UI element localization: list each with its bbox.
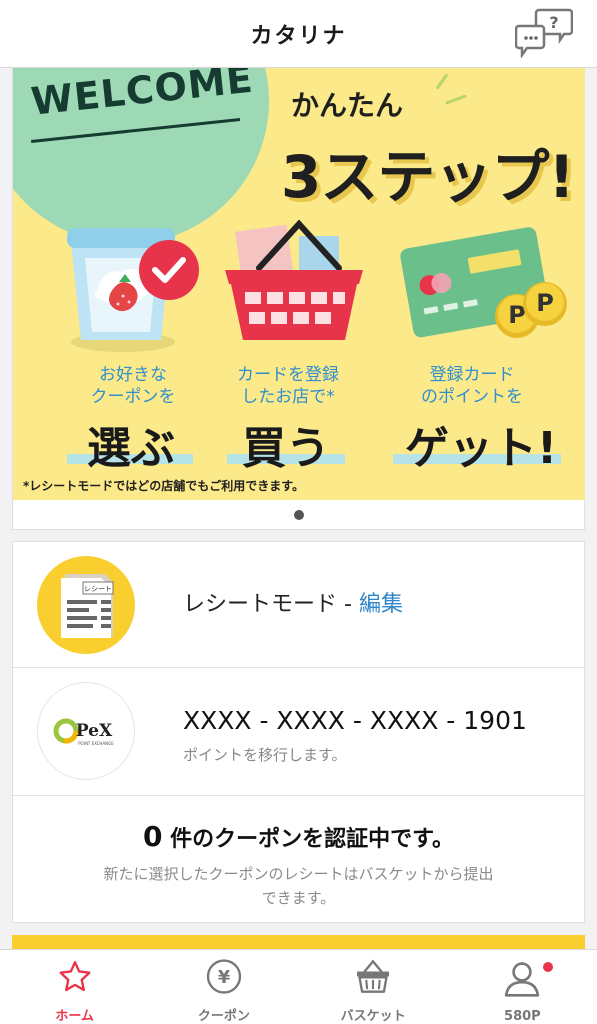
kantan-text: かんたん xyxy=(291,89,404,122)
svg-text:?: ? xyxy=(549,13,558,32)
bottom-tab-bar: ホーム ¥ クーポン バスケット 580P xyxy=(0,949,597,1024)
tab-label: バスケット xyxy=(340,1009,406,1024)
page-title: カタリナ xyxy=(250,23,347,49)
coupon-status-description: 新たに選択したクーポンのレシートはバスケットから提出できます。 xyxy=(103,865,494,907)
pex-logo-text: PeX xyxy=(76,721,113,741)
user-icon xyxy=(505,962,540,997)
step-1-caption: お好きな クーポンを xyxy=(58,364,208,408)
step-3-caption-line: 登録カード xyxy=(429,365,515,385)
banner-note: *レシートモードではどの店舗でもご利用できます。 xyxy=(23,479,305,493)
yen-coin-icon: ¥ xyxy=(206,959,242,994)
welcome-banner[interactable]: WELCOME かんたん 3ステップ! P P お好きな クーポンを カードを登… xyxy=(13,68,585,500)
pex-logo-sub: POINT EXCHANGE xyxy=(78,741,114,746)
points-label: 580P xyxy=(504,1009,541,1024)
welcome-banner-card[interactable]: WELCOME かんたん 3ステップ! P P お好きな クーポンを カードを登… xyxy=(12,68,585,530)
tab-label: クーポン xyxy=(197,1009,250,1024)
spark-decoration xyxy=(435,73,449,90)
receipt-mode-label: レシートモード - 編集 xyxy=(183,586,403,618)
step-3-action: ゲット! xyxy=(404,423,558,474)
tab-account[interactable]: 580P xyxy=(448,950,597,1024)
step-3-caption: 登録カード のポイントを xyxy=(397,364,547,408)
tab-basket[interactable]: バスケット xyxy=(299,950,448,1024)
card-points-icon: P P xyxy=(395,218,575,348)
coupon-count: 0 xyxy=(143,820,163,853)
receipt-mini-label: レシート xyxy=(84,585,112,593)
pex-logo: PeX POINT EXCHANGE xyxy=(37,682,135,780)
step-2-caption: カードを登録 したお店で* xyxy=(213,364,363,408)
receipt-mode-row[interactable]: レシート レシートモード - 編集 xyxy=(13,542,584,668)
coupon-status-title: 0 件のクーポンを認証中です。 xyxy=(13,820,584,853)
receipt-icon: レシート xyxy=(37,556,135,654)
step-2-caption-line: したお店で* xyxy=(241,387,335,407)
card-number: XXXX - XXXX - XXXX - 1901 xyxy=(183,706,527,735)
carousel-page-indicator[interactable] xyxy=(294,510,304,520)
basket-icon xyxy=(219,218,369,348)
coupon-cup-icon xyxy=(63,218,203,358)
step-2-action: 買う xyxy=(242,423,330,474)
step-1-action: 選ぶ xyxy=(87,423,175,474)
spark-decoration xyxy=(445,94,467,105)
receipt-mode-text: レシートモード - xyxy=(183,592,359,617)
edit-link[interactable]: 編集 xyxy=(359,592,403,617)
tab-label: ホーム xyxy=(55,1009,94,1024)
step-1-caption-line: クーポンを xyxy=(90,387,176,407)
step-2-caption-line: カードを登録 xyxy=(237,365,339,385)
svg-text:P: P xyxy=(536,289,554,317)
card-description: ポイントを移行します。 xyxy=(183,746,347,764)
svg-text:¥: ¥ xyxy=(218,968,231,988)
step-3-caption-line: のポイントを xyxy=(421,387,523,407)
coupon-status-row: 0 件のクーポンを認証中です。 新たに選択したクーポンのレシートはバスケットから… xyxy=(13,796,584,924)
next-card-peek[interactable] xyxy=(12,935,585,949)
account-list: レシート レシートモード - 編集 PeX POINT EXCHANGE XXX… xyxy=(12,541,585,923)
step-1-caption-line: お好きな xyxy=(99,365,167,385)
tab-home[interactable]: ホーム xyxy=(0,950,149,1024)
notification-dot xyxy=(543,962,553,972)
coupon-status-text: 件のクーポンを認証中です。 xyxy=(162,827,454,852)
basket-icon xyxy=(357,959,390,993)
tab-coupon[interactable]: ¥ クーポン xyxy=(149,950,298,1024)
pex-card-row[interactable]: PeX POINT EXCHANGE XXXX - XXXX - XXXX - … xyxy=(13,668,584,796)
chat-question-icon[interactable]: ? xyxy=(514,8,574,59)
app-header: カタリナ ? xyxy=(0,0,597,68)
steps-title: 3ステップ! xyxy=(281,143,575,211)
star-icon xyxy=(59,961,91,992)
